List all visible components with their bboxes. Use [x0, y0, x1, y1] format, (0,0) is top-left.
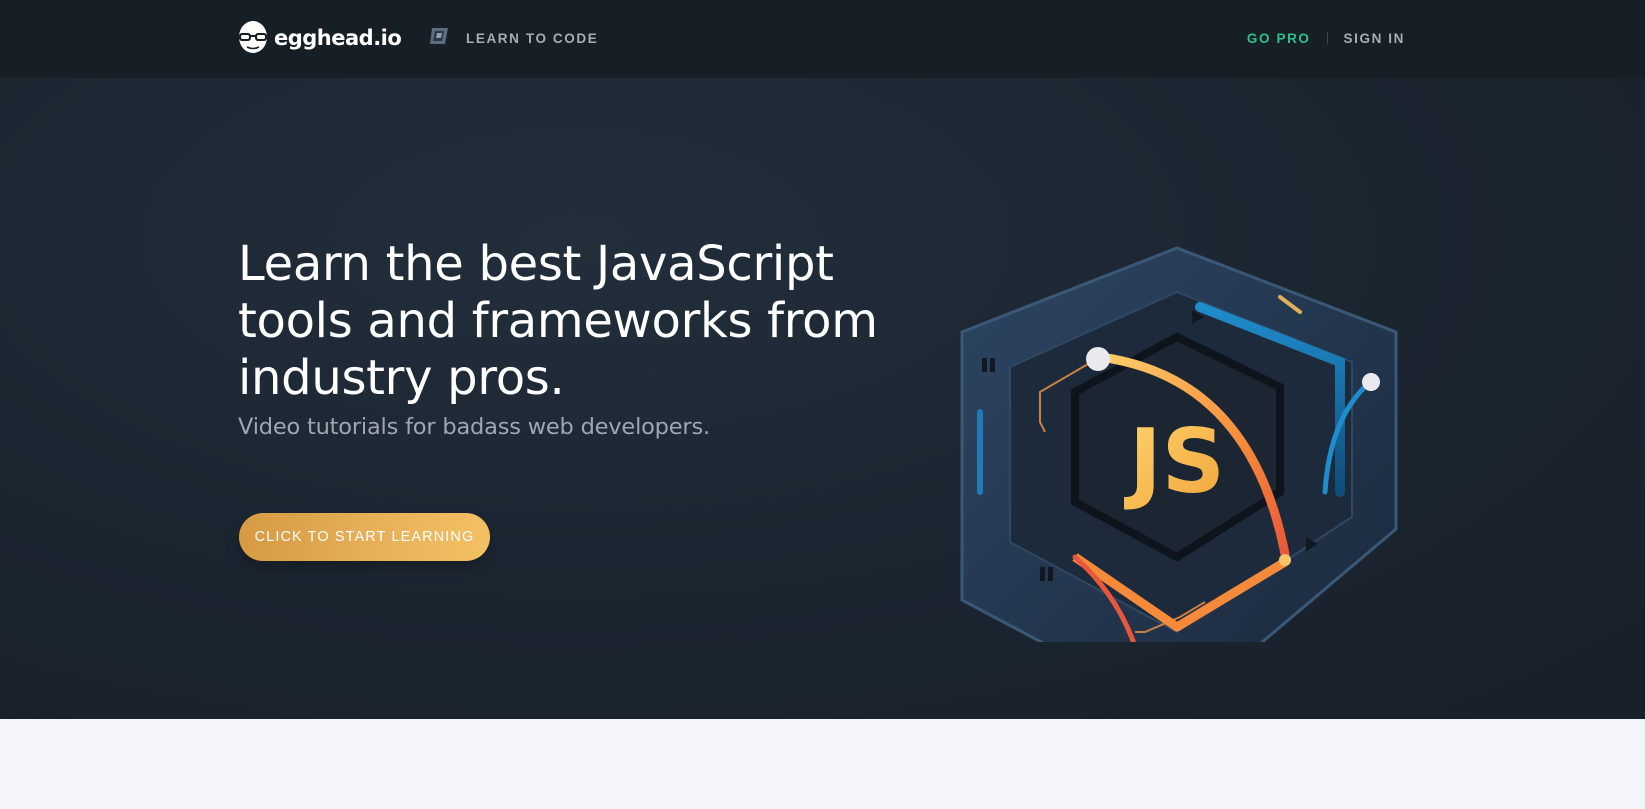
learn-to-code-link[interactable]: LEARN TO CODE [428, 27, 598, 49]
hero-subheadline: Video tutorials for badass web developer… [238, 414, 710, 440]
sign-in-link[interactable]: SIGN IN [1344, 31, 1405, 46]
below-fold-section [0, 719, 1645, 809]
egghead-mascot-icon [236, 17, 270, 60]
learn-to-code-label: LEARN TO CODE [466, 30, 599, 46]
javascript-hexagon-badge-icon: JS [950, 162, 1410, 716]
top-navbar: egghead.io LEARN TO CODE GO PRO SIGN IN [0, 0, 1645, 78]
start-learning-button[interactable]: CLICK TO START LEARNING [239, 513, 490, 561]
js-badge-text: JS [1124, 410, 1225, 513]
nav-divider [1326, 32, 1328, 44]
book-icon [428, 26, 450, 51]
hero-headline: Learn the best JavaScript tools and fram… [238, 236, 878, 406]
hero-section: Learn the best JavaScript tools and fram… [0, 78, 1645, 719]
egghead-logo-link[interactable]: egghead.io [236, 17, 402, 60]
account-nav: GO PRO SIGN IN [1247, 27, 1405, 49]
logo-text: egghead.io [274, 26, 402, 50]
go-pro-link[interactable]: GO PRO [1247, 31, 1311, 46]
